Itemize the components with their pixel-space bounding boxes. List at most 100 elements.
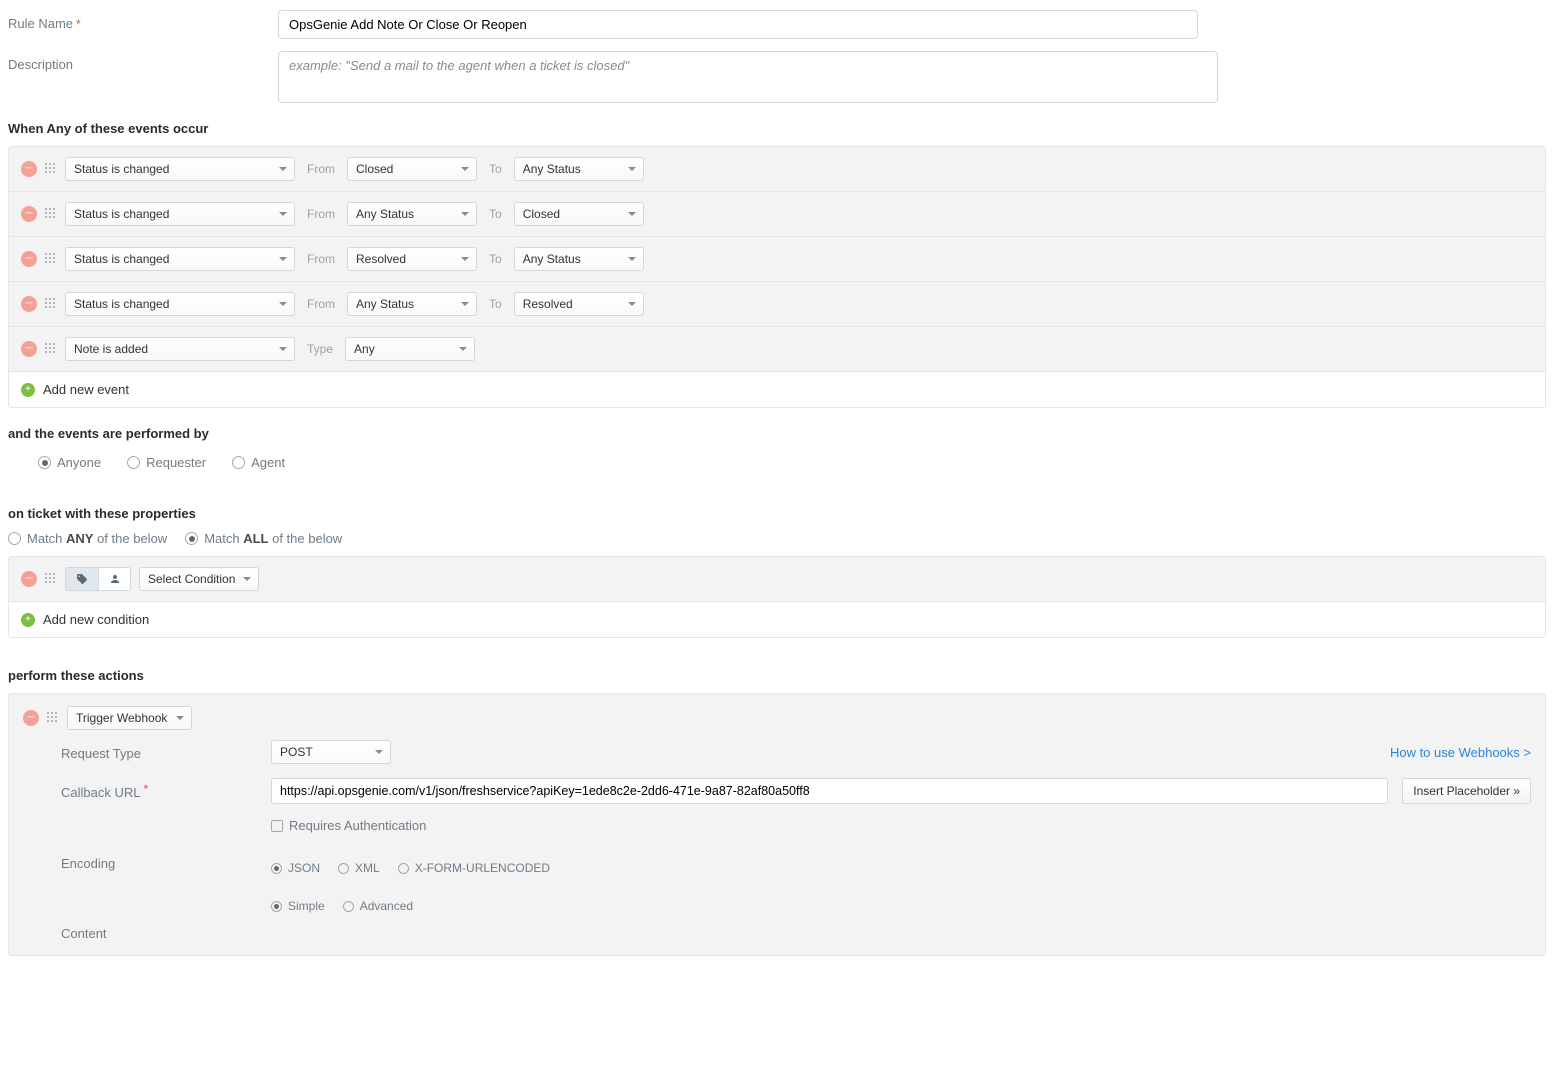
event-row: ─ Status is changed From Any Status To R… [9, 282, 1545, 327]
match-any-label: Match ANY of the below [27, 531, 167, 546]
event-type-select[interactable]: Status is changed [65, 292, 295, 316]
rule-name-input[interactable] [278, 10, 1198, 39]
callback-url-label: Callback URL* [61, 782, 271, 800]
event-type-select[interactable]: Status is changed [65, 157, 295, 181]
content-row: Content [61, 923, 1531, 941]
encoding-json-label: JSON [288, 861, 320, 875]
events-heading: When Any of these events occur [8, 121, 1546, 136]
remove-event-button[interactable]: ─ [21, 161, 37, 177]
match-any-option[interactable]: Match ANY of the below [8, 531, 167, 546]
performed-by-heading: and the events are performed by [8, 426, 1546, 441]
events-container: ─ Status is changed From Closed To Any S… [8, 146, 1546, 408]
remove-event-button[interactable]: ─ [21, 251, 37, 267]
content-simple[interactable]: Simple [271, 899, 325, 913]
requires-auth-label: Requires Authentication [289, 818, 426, 833]
add-event-button[interactable]: + Add new event [9, 372, 1545, 407]
remove-event-button[interactable]: ─ [21, 206, 37, 222]
description-row: Description [8, 51, 1546, 103]
description-input[interactable] [278, 51, 1218, 103]
encoding-radios: JSON XML X-FORM-URLENCODED [271, 857, 550, 877]
remove-event-button[interactable]: ─ [21, 341, 37, 357]
event-extra-select[interactable]: Any [345, 337, 475, 361]
content-advanced[interactable]: Advanced [343, 899, 413, 913]
encoding-json[interactable]: JSON [271, 861, 320, 875]
encoding-form[interactable]: X-FORM-URLENCODED [398, 861, 550, 875]
event-row: ─ Note is added Type Any [9, 327, 1545, 372]
event-row: ─ Status is changed From Resolved To Any… [9, 237, 1545, 282]
encoding-xml[interactable]: XML [338, 861, 380, 875]
action-head: ─ Trigger Webhook [23, 706, 1531, 730]
to-label: To [485, 162, 506, 176]
tag-icon [76, 573, 88, 585]
scope-tag-button[interactable] [66, 568, 98, 590]
user-icon [109, 573, 121, 585]
from-label: From [303, 297, 339, 311]
performed-by-agent[interactable]: Agent [232, 455, 285, 470]
drag-handle-icon[interactable] [45, 253, 57, 265]
rule-name-label: Rule Name* [8, 10, 278, 31]
performed-by-requester-label: Requester [146, 455, 206, 470]
encoding-row: Encoding JSON XML X-FORM-URLENCODED Simp… [61, 853, 1531, 915]
drag-handle-icon[interactable] [45, 208, 57, 220]
event-type-select[interactable]: Status is changed [65, 202, 295, 226]
event-row: ─ Status is changed From Any Status To C… [9, 192, 1545, 237]
requires-auth-checkbox[interactable]: Requires Authentication [271, 818, 426, 833]
condition-scope-toggle[interactable] [65, 567, 131, 591]
plus-icon: + [21, 383, 35, 397]
drag-handle-icon[interactable] [45, 163, 57, 175]
match-all-option[interactable]: Match ALL of the below [185, 531, 342, 546]
performed-by-agent-label: Agent [251, 455, 285, 470]
event-from-select[interactable]: Any Status [347, 202, 477, 226]
event-from-select[interactable]: Resolved [347, 247, 477, 271]
description-label: Description [8, 51, 278, 72]
encoding-xml-label: XML [355, 861, 380, 875]
event-to-select[interactable]: Any Status [514, 247, 644, 271]
request-type-label: Request Type [61, 743, 271, 761]
event-to-select[interactable]: Closed [514, 202, 644, 226]
drag-handle-icon[interactable] [45, 573, 57, 585]
drag-handle-icon[interactable] [45, 298, 57, 310]
encoding-label: Encoding [61, 853, 271, 871]
event-to-select[interactable]: Any Status [514, 157, 644, 181]
event-type-select[interactable]: Status is changed [65, 247, 295, 271]
performed-by-anyone-label: Anyone [57, 455, 101, 470]
from-label: From [303, 162, 339, 176]
match-all-label: Match ALL of the below [204, 531, 342, 546]
checkbox-icon [271, 820, 283, 832]
required-icon: * [76, 17, 81, 31]
remove-event-button[interactable]: ─ [21, 296, 37, 312]
encoding-form-label: X-FORM-URLENCODED [415, 861, 550, 875]
scope-user-button[interactable] [98, 568, 130, 590]
performed-by-anyone[interactable]: Anyone [38, 455, 101, 470]
event-from-select[interactable]: Closed [347, 157, 477, 181]
add-event-label: Add new event [43, 382, 129, 397]
condition-row: ─ Select Condition [9, 557, 1545, 602]
remove-action-button[interactable]: ─ [23, 710, 39, 726]
performed-by-requester[interactable]: Requester [127, 455, 206, 470]
drag-handle-icon[interactable] [47, 712, 59, 724]
rule-name-row: Rule Name* [8, 10, 1546, 39]
match-mode-row: Match ANY of the below Match ALL of the … [8, 531, 1546, 546]
type-label: Type [303, 342, 337, 356]
event-type-select[interactable]: Note is added [65, 337, 295, 361]
event-from-select[interactable]: Any Status [347, 292, 477, 316]
event-to-select[interactable]: Resolved [514, 292, 644, 316]
action-type-select[interactable]: Trigger Webhook [67, 706, 192, 730]
callback-url-row: Callback URL* Insert Placeholder » [61, 778, 1531, 804]
webhook-help-link[interactable]: How to use Webhooks > [1390, 745, 1531, 760]
add-condition-button[interactable]: + Add new condition [9, 602, 1545, 637]
content-label: Content [61, 923, 271, 941]
required-icon: * [143, 782, 148, 796]
condition-select[interactable]: Select Condition [139, 567, 259, 591]
from-label: From [303, 207, 339, 221]
actions-heading: perform these actions [8, 668, 1546, 683]
request-type-row: Request Type POST How to use Webhooks > [61, 740, 1531, 764]
callback-url-input[interactable] [271, 778, 1388, 804]
drag-handle-icon[interactable] [45, 343, 57, 355]
remove-condition-button[interactable]: ─ [21, 571, 37, 587]
add-condition-label: Add new condition [43, 612, 149, 627]
insert-placeholder-button[interactable]: Insert Placeholder » [1402, 778, 1531, 804]
request-type-select[interactable]: POST [271, 740, 391, 764]
auth-row: Requires Authentication [61, 818, 1531, 833]
performed-by-radios: Anyone Requester Agent [8, 451, 1546, 472]
